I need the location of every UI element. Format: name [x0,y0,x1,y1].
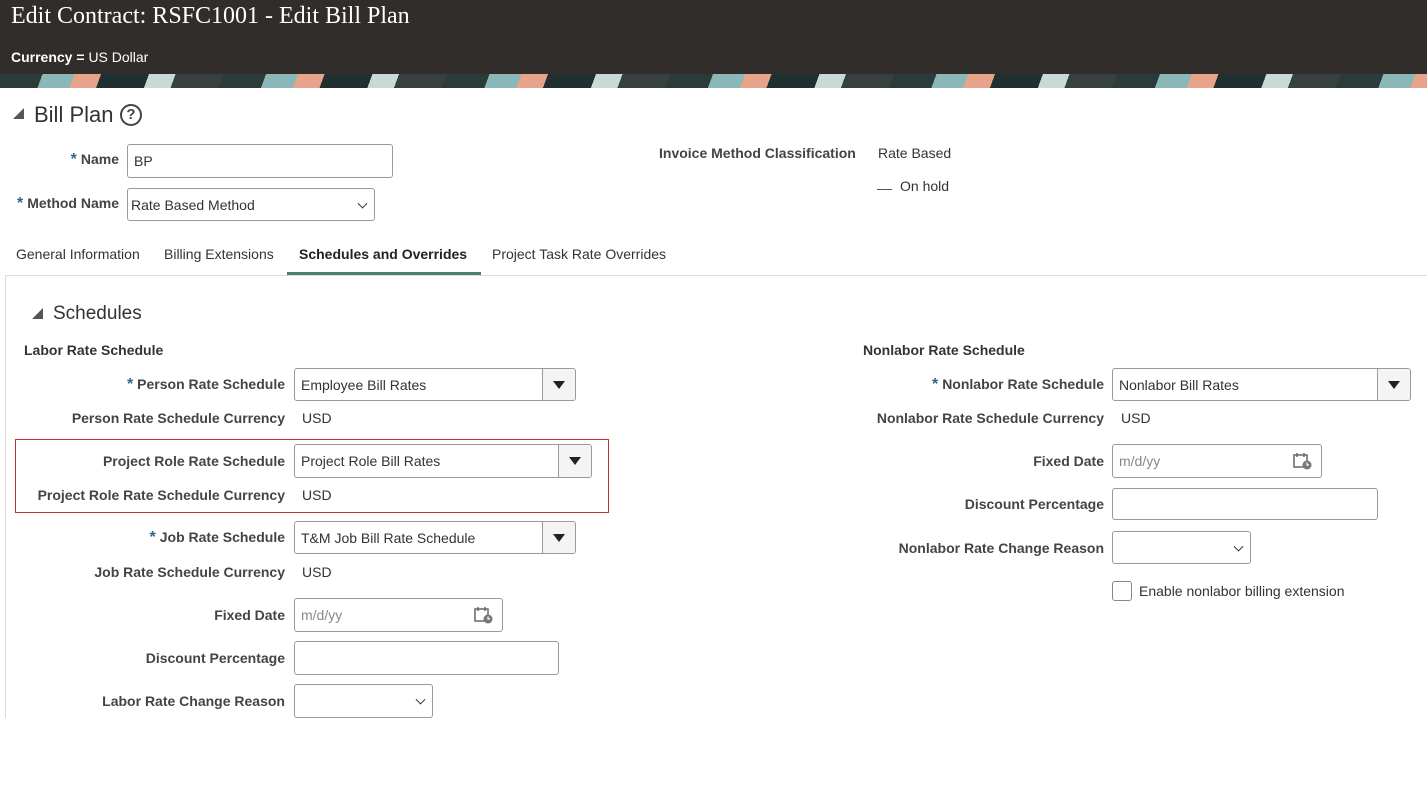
chevron-down-icon [415,694,426,705]
nonlabor-fixed-date-input[interactable]: m/d/yy [1112,444,1322,478]
required-marker: * [70,151,77,168]
project-role-rate-schedule-combo[interactable]: Project Role Bill Rates [294,444,592,478]
bill-plan-title: Bill Plan [34,102,114,127]
project-role-currency-value: USD [302,487,332,503]
collapse-bill-plan-icon[interactable] [13,108,24,119]
nonlabor-change-reason-select[interactable] [1112,531,1251,564]
tab-billing-extensions[interactable]: Billing Extensions [164,246,274,262]
calendar-icon[interactable] [474,606,494,624]
person-rate-currency-value: USD [302,410,332,426]
job-rate-schedule-combo[interactable]: T&M Job Bill Rate Schedule [294,521,576,554]
required-marker: * [149,529,156,546]
triangle-down-icon [553,533,565,542]
triangle-down-icon [553,380,565,389]
person-rate-schedule-combo[interactable]: Employee Bill Rates [294,368,576,401]
name-input[interactable]: BP [127,144,393,178]
project-role-rate-schedule-label: Project Role Rate Schedule [102,453,285,469]
labor-discount-input[interactable] [294,641,559,675]
dropdown-button[interactable] [542,369,575,400]
labor-rate-schedule-heading: Labor Rate Schedule [24,342,164,358]
currency-value: US Dollar [88,49,149,65]
schedules-title: Schedules [53,303,142,324]
nonlabor-rate-schedule-label: * Nonlabor Rate Schedule [931,376,1104,393]
project-role-rate-schedule-value: Project Role Bill Rates [301,453,441,469]
nonlabor-rate-schedule-combo[interactable]: Nonlabor Bill Rates [1112,368,1411,401]
nonlabor-fixed-date-placeholder: m/d/yy [1119,453,1161,469]
job-rate-currency-label: Job Rate Schedule Currency [94,564,285,580]
job-rate-schedule-label: * Job Rate Schedule [149,529,286,546]
on-hold-dash-icon [877,189,892,190]
dropdown-button[interactable] [1377,369,1410,400]
nonlabor-currency-label: Nonlabor Rate Schedule Currency [876,410,1104,426]
labor-change-reason-label: Labor Rate Change Reason [102,693,285,709]
method-name-label: * Method Name [16,195,119,212]
triangle-down-icon [569,457,581,465]
dropdown-button[interactable] [542,522,575,553]
required-marker: * [16,195,24,212]
page-header: Edit Contract: RSFC1001 - Edit Bill Plan… [0,0,1427,74]
project-role-currency-label: Project Role Rate Schedule Currency [37,487,285,503]
enable-nonlabor-extension-label[interactable]: Enable nonlabor billing extension [1139,583,1344,599]
tab-divider [5,275,1427,276]
on-hold-label: On hold [900,178,950,194]
nonlabor-discount-label: Discount Percentage [964,496,1104,512]
person-rate-schedule-value: Employee Bill Rates [301,376,427,393]
nonlabor-rate-schedule-value: Nonlabor Bill Rates [1119,376,1239,393]
dropdown-button[interactable] [558,445,591,477]
nonlabor-currency-value: USD [1121,410,1151,426]
job-rate-currency-value: USD [302,564,332,580]
nonlabor-discount-input[interactable] [1112,488,1378,520]
labor-fixed-date-input[interactable]: m/d/yy [294,598,503,632]
nonlabor-change-reason-label: Nonlabor Rate Change Reason [898,540,1104,556]
calendar-icon[interactable] [1293,452,1313,470]
enable-nonlabor-extension-checkbox[interactable] [1112,581,1132,601]
header-currency: Currency = US Dollar [11,49,148,65]
tab-project-task-rate-overrides[interactable]: Project Task Rate Overrides [492,246,666,262]
chevron-down-icon [1233,541,1244,552]
invoice-method-value: Rate Based [878,145,952,161]
labor-fixed-date-label: Fixed Date [214,607,285,623]
person-rate-schedule-label: * Person Rate Schedule [126,376,285,393]
nonlabor-fixed-date-label: Fixed Date [1033,453,1104,469]
invoice-method-label: Invoice Method Classification [659,145,856,161]
panel-border [5,275,6,718]
required-marker: * [126,376,134,393]
labor-fixed-date-placeholder: m/d/yy [301,607,343,623]
method-name-select[interactable]: Rate Based Method [127,188,375,221]
triangle-down-icon [1388,380,1400,389]
required-marker: * [931,376,939,393]
help-icon[interactable]: ? [120,104,142,126]
name-value: BP [134,153,153,169]
decorative-banner [0,74,1427,88]
job-rate-schedule-value: T&M Job Bill Rate Schedule [301,529,476,546]
person-rate-currency-label: Person Rate Schedule Currency [71,410,285,426]
tab-general-information[interactable]: General Information [16,246,140,262]
nonlabor-rate-schedule-heading: Nonlabor Rate Schedule [863,342,1025,358]
collapse-schedules-icon[interactable] [32,308,43,319]
page-title: Edit Contract: RSFC1001 - Edit Bill Plan [11,3,410,29]
tab-schedules-and-overrides[interactable]: Schedules and Overrides [299,246,467,262]
currency-label: Currency = [11,49,85,65]
method-name-value: Rate Based Method [131,196,255,213]
labor-change-reason-select[interactable] [294,684,433,718]
name-label: * Name [70,151,119,168]
labor-discount-label: Discount Percentage [145,650,285,666]
chevron-down-icon [357,198,368,209]
